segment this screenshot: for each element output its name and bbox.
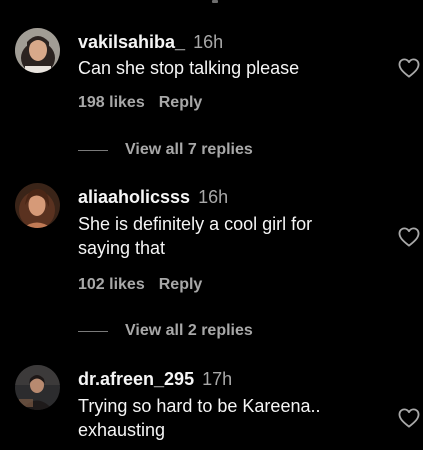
heart-outline-icon[interactable]	[398, 227, 420, 247]
view-replies-label: View all 2 replies	[125, 322, 253, 339]
comment-text: Trying so hard to be Kareena.. exhaustin…	[78, 396, 321, 440]
comment-actions: 102 likes Reply	[78, 275, 202, 295]
comment-time: 16h	[198, 187, 229, 207]
comment-time: 16h	[193, 32, 224, 52]
username-link[interactable]: vakilsahiba_	[78, 32, 185, 52]
avatar[interactable]	[15, 183, 60, 228]
username-link[interactable]: aliaaholicsss	[78, 187, 190, 207]
avatar[interactable]	[15, 365, 60, 410]
comment-header: dr.afreen_295 17h	[78, 368, 232, 390]
reply-button[interactable]: Reply	[159, 276, 203, 293]
avatar-photo	[15, 365, 60, 410]
scroll-remnant-mark	[212, 0, 218, 3]
comment-header: aliaaholicsss 16h	[78, 186, 228, 208]
comment-header: vakilsahiba_ 16h	[78, 31, 223, 53]
view-replies-button[interactable]: View all 2 replies	[78, 321, 253, 341]
likes-count[interactable]: 102 likes	[78, 276, 145, 293]
heart-outline-icon[interactable]	[398, 58, 420, 78]
username-link[interactable]: dr.afreen_295	[78, 369, 194, 389]
comment-text: Can she stop talking please	[78, 58, 300, 78]
comment-time: 17h	[202, 369, 233, 389]
view-replies-label: View all 7 replies	[125, 141, 253, 158]
replies-divider	[78, 149, 108, 151]
view-replies-button[interactable]: View all 7 replies	[78, 140, 253, 160]
replies-divider	[78, 330, 108, 332]
comment-actions: 198 likes Reply	[78, 93, 202, 113]
comment-text: She is definitely a cool girl for saying…	[78, 214, 313, 258]
previous-comment-remnant	[0, 0, 423, 8]
avatar-photo	[15, 28, 60, 73]
reply-button[interactable]: Reply	[159, 94, 203, 111]
heart-outline-icon[interactable]	[398, 408, 420, 428]
likes-count[interactable]: 198 likes	[78, 94, 145, 111]
avatar[interactable]	[15, 28, 60, 73]
avatar-photo	[15, 183, 60, 228]
